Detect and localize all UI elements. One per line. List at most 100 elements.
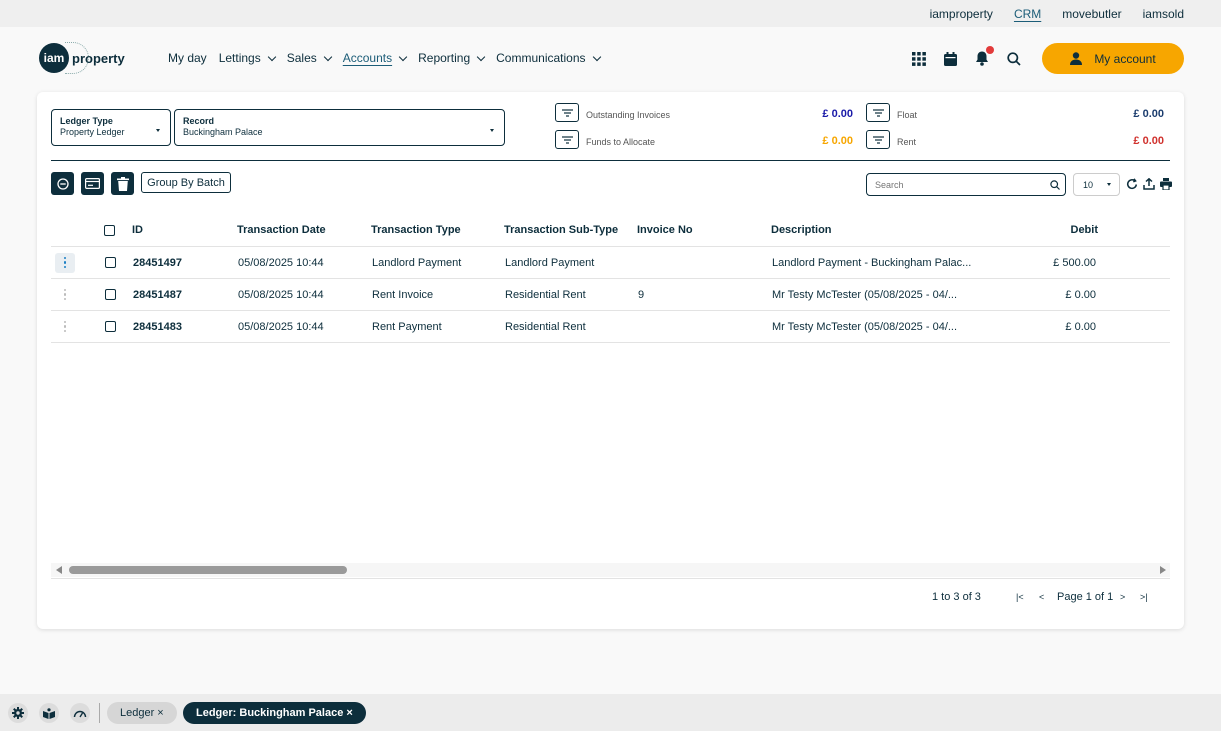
apps-grid-icon[interactable] [912,51,926,66]
ledger-type-value: Property Ledger [60,127,125,137]
rent-filter-button[interactable] [866,130,890,149]
cell-date: 05/08/2025 10:44 [238,320,324,333]
cell-date: 05/08/2025 10:44 [238,256,324,269]
record-select[interactable]: Record Buckingham Palace [174,109,505,146]
table-search[interactable] [866,173,1066,196]
kebab-menu-icon [55,285,75,305]
horizontal-scrollbar[interactable] [51,563,1170,577]
row-menu-button[interactable] [55,247,75,278]
settings-button[interactable] [8,703,28,723]
cell-id[interactable]: 28451483 [133,311,182,342]
main-navigation: iam property My day Lettings Sales Accou… [0,27,1221,89]
logo-ring [65,42,89,74]
nav-label: My day [168,51,207,65]
row-menu-button[interactable] [55,279,75,310]
collapse-button[interactable] [51,172,74,195]
outstanding-invoices-filter-button[interactable] [555,103,579,122]
last-page-icon[interactable]: >| [1140,592,1148,602]
nav-menu: My day Lettings Sales Accounts Reporting… [168,51,612,65]
cell-date: 05/08/2025 10:44 [238,288,324,301]
guide-button[interactable] [39,703,59,723]
cell-invoice: 9 [638,288,645,301]
cell-debit: £ 0.00 [1065,288,1096,301]
brand-link-crm[interactable]: CRM [1014,7,1041,21]
table-row[interactable]: 28451497 05/08/2025 10:44 Landlord Payme… [51,247,1170,279]
nav-label: Lettings [218,51,261,65]
page-indicator: Page 1 of 1 [1057,591,1114,603]
my-account-label: My account [1094,51,1156,66]
ledger-type-label: Ledger Type [60,116,113,126]
payment-card-button[interactable] [81,172,104,195]
export-icon[interactable] [1143,178,1155,190]
float-filter-button[interactable] [866,103,890,122]
ledger-card: Ledger Type Property Ledger Record Bucki… [37,92,1184,629]
column-header-transaction-date[interactable]: Transaction Date [237,214,326,246]
print-icon[interactable] [1160,178,1172,190]
previous-page-icon[interactable]: < [1039,592,1044,602]
delete-button[interactable] [111,172,134,195]
my-account-button[interactable]: My account [1042,43,1184,74]
column-header-description[interactable]: Description [771,214,832,246]
brand-link-movebutler[interactable]: movebutler [1062,7,1121,21]
column-header-debit[interactable]: Debit [1051,214,1099,246]
pagination-range: 1 to 3 of 3 [932,591,981,603]
calendar-icon[interactable] [944,51,957,66]
scroll-right-icon[interactable] [1160,566,1166,574]
cell-description: Mr Testy McTester (05/08/2025 - 04/... [772,320,958,333]
row-checkbox[interactable] [105,311,116,342]
nav-item-accounts[interactable]: Accounts [343,51,408,65]
nav-item-sales[interactable]: Sales [287,51,332,65]
search-icon[interactable] [1007,51,1021,66]
search-icon [1050,180,1060,190]
cell-id[interactable]: 28451497 [133,247,182,278]
column-header-transaction-type[interactable]: Transaction Type [371,214,461,246]
scroll-left-icon[interactable] [56,566,62,574]
row-checkbox[interactable] [105,279,116,310]
page-size-value: 10 [1083,180,1094,190]
nav-item-my-day[interactable]: My day [168,51,207,65]
minus-circle-icon [56,177,69,190]
table-row[interactable]: 28451487 05/08/2025 10:44 Rent Invoice R… [51,279,1170,311]
nav-item-lettings[interactable]: Lettings [218,51,276,65]
caret-down-icon [1107,183,1111,186]
brand-link-iamproperty[interactable]: iamproperty [930,7,993,21]
nav-item-reporting[interactable]: Reporting [418,51,486,65]
funds-to-allocate-value: £ 0.00 [822,135,853,147]
cell-type: Rent Payment [372,320,442,333]
tab-ledger-buckingham-palace[interactable]: Ledger: Buckingham Palace × [183,702,366,724]
ledger-type-select[interactable]: Ledger Type Property Ledger [51,109,171,146]
refresh-icon[interactable] [1126,178,1138,190]
divider [51,578,1170,579]
first-page-icon[interactable]: |< [1016,592,1024,602]
tab-ledger[interactable]: Ledger × [107,702,177,724]
float-value: £ 0.00 [1133,108,1164,120]
cell-description: Landlord Payment - Buckingham Palac... [772,256,972,269]
cell-subtype: Residential Rent [505,288,586,301]
column-header-id[interactable]: ID [132,214,143,246]
dashboard-button[interactable] [70,703,90,723]
select-all-checkbox[interactable] [104,214,115,246]
brand-link-iamsold[interactable]: iamsold [1143,7,1184,21]
table-row[interactable]: 28451483 05/08/2025 10:44 Rent Payment R… [51,311,1170,343]
cell-type: Landlord Payment [372,256,462,269]
column-header-invoice-no[interactable]: Invoice No [637,214,693,246]
nav-item-communications[interactable]: Communications [496,51,601,65]
column-header-transaction-sub-type[interactable]: Transaction Sub-Type [504,214,618,246]
gauge-icon [73,710,87,718]
table-header: ID Transaction Date Transaction Type Tra… [51,214,1170,247]
nav-label: Communications [496,51,586,65]
cell-id[interactable]: 28451487 [133,279,182,310]
funds-to-allocate-filter-button[interactable] [555,130,579,149]
search-input[interactable] [875,180,1035,190]
book-icon [43,707,55,719]
page-size-select[interactable]: 10 [1073,173,1120,196]
chevron-down-icon [267,52,276,61]
row-menu-button[interactable] [55,311,75,342]
funds-to-allocate-label: Funds to Allocate [586,137,656,147]
row-checkbox[interactable] [105,247,116,278]
iamproperty-logo[interactable]: iam property [39,42,125,74]
next-page-icon[interactable]: > [1120,592,1125,602]
scrollbar-thumb[interactable] [69,566,347,574]
group-by-batch-button[interactable]: Group By Batch [141,172,231,193]
table-actions [1126,178,1172,190]
